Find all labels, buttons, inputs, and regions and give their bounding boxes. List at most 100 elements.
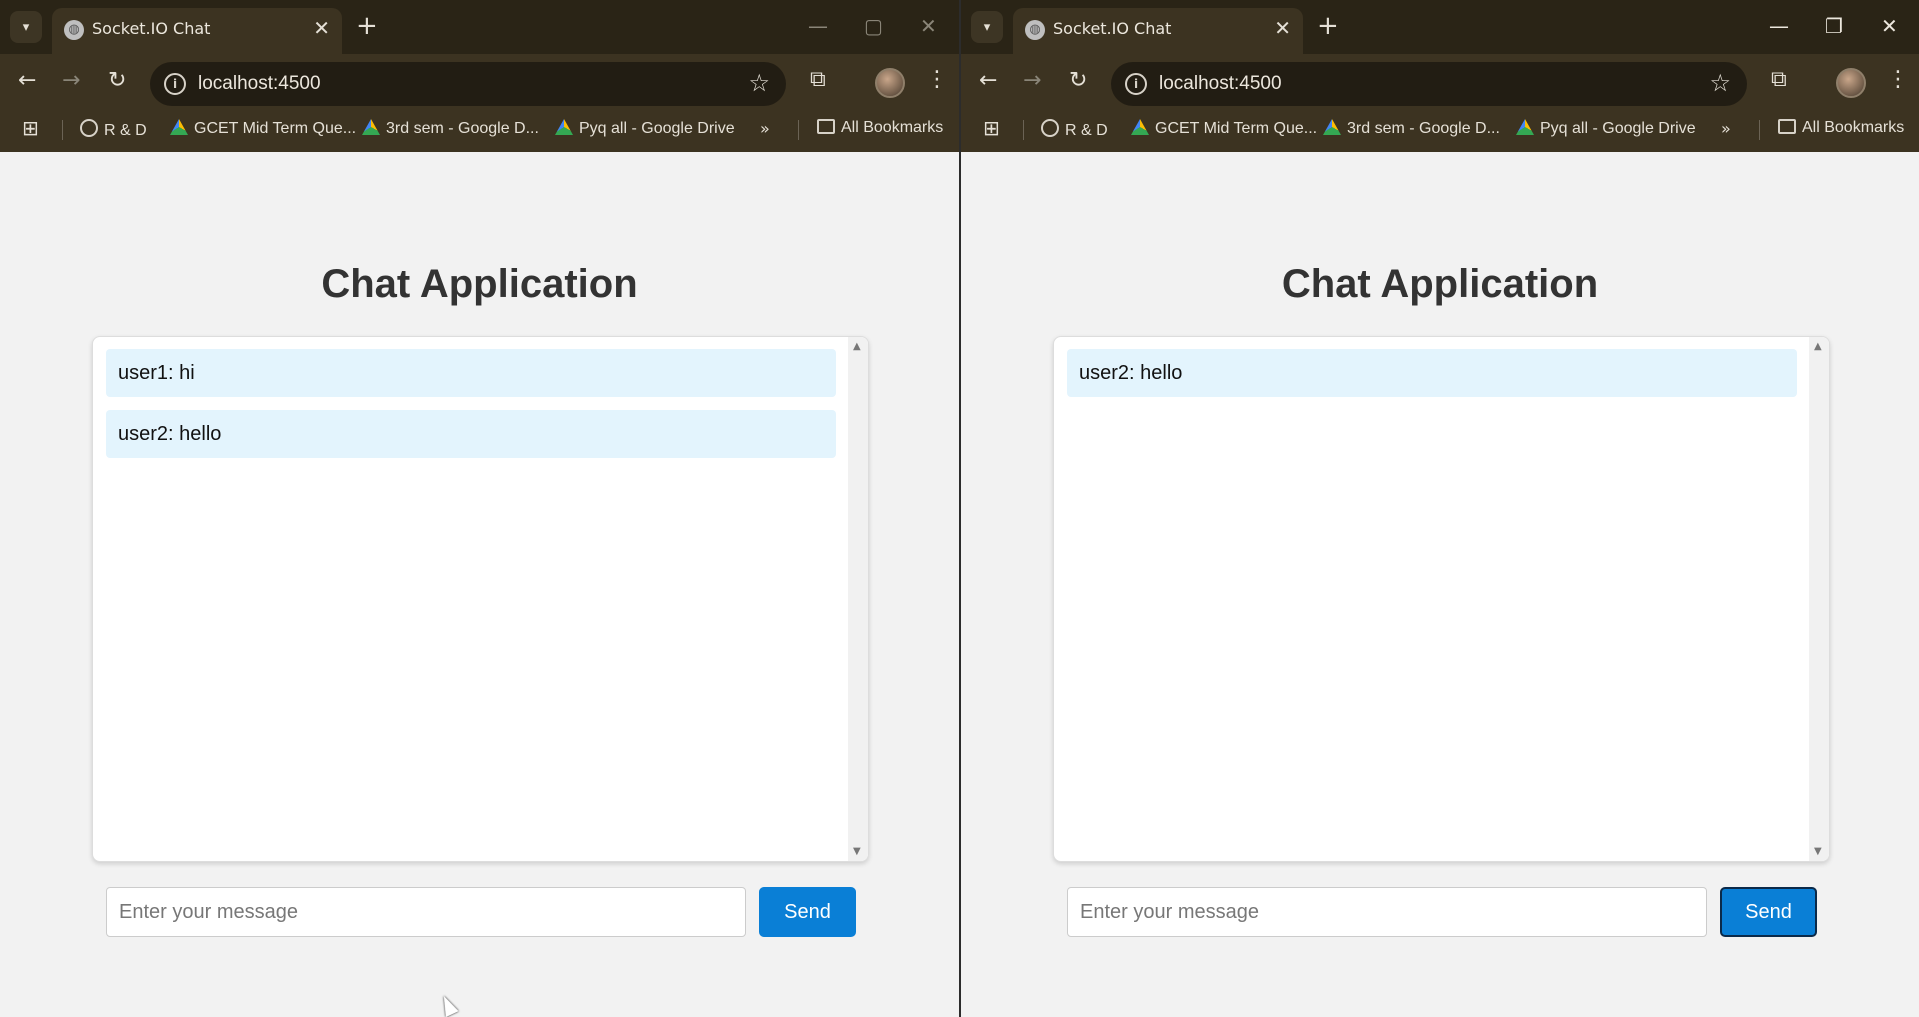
reload-icon[interactable]: ↻ <box>108 67 126 95</box>
bookmark-item[interactable]: GCET Mid Term Que... <box>1131 119 1317 138</box>
google-drive-icon <box>362 119 380 135</box>
bookmarks-overflow-icon[interactable]: » <box>760 119 770 138</box>
messages-scrollbar[interactable]: ▲ ▼ <box>848 337 868 861</box>
profile-avatar[interactable] <box>1836 68 1866 98</box>
scroll-up-icon[interactable]: ▲ <box>853 341 861 352</box>
site-info-icon[interactable]: i <box>1125 73 1147 95</box>
all-bookmarks[interactable]: All Bookmarks <box>817 119 943 137</box>
bookmark-item[interactable]: Pyq all - Google Drive <box>555 119 735 138</box>
address-bar[interactable]: i localhost:4500 ☆ <box>1111 62 1747 106</box>
menu-dots-icon[interactable]: ⋮ <box>926 66 948 94</box>
folder-logo-icon <box>1041 119 1059 137</box>
bookmarks-bar: ⊞ R & D GCET Mid Term Que... 3rd sem - G… <box>0 108 959 152</box>
messages-scrollbar[interactable]: ▲ ▼ <box>1809 337 1829 861</box>
bookmarks-separator <box>1759 120 1760 140</box>
bookmark-item[interactable]: R & D <box>1041 119 1108 140</box>
tab-strip: ▾ ◍ Socket.IO Chat ✕ + — ❐ ✕ <box>961 0 1919 54</box>
browser-window-left: ▾ ◍ Socket.IO Chat ✕ + — ▢ ✕ ← → ↻ i loc… <box>0 0 959 1017</box>
bookmark-label: Pyq all - Google Drive <box>579 120 735 137</box>
tab-search-icon[interactable]: ▾ <box>971 11 1003 43</box>
message-input[interactable] <box>1067 887 1707 937</box>
message-item: user2: hello <box>1067 349 1797 397</box>
site-info-icon[interactable]: i <box>164 73 186 95</box>
tab-strip: ▾ ◍ Socket.IO Chat ✕ + — ▢ ✕ <box>0 0 959 54</box>
address-bar[interactable]: i localhost:4500 ☆ <box>150 62 786 106</box>
globe-icon: ◍ <box>1025 20 1045 40</box>
browser-tab[interactable]: ◍ Socket.IO Chat ✕ <box>52 8 342 54</box>
forward-icon[interactable]: → <box>1023 67 1041 95</box>
folder-logo-icon <box>80 119 98 137</box>
browser-chrome: ▾ ◍ Socket.IO Chat ✕ + — ❐ ✕ ← → ↻ i loc… <box>961 0 1919 152</box>
browser-toolbar: ← → ↻ i localhost:4500 ☆ ⧉ ⋮ <box>961 54 1919 108</box>
bookmark-item[interactable]: GCET Mid Term Que... <box>170 119 356 138</box>
bookmark-star-icon[interactable]: ☆ <box>1709 69 1731 97</box>
google-drive-icon <box>170 119 188 135</box>
bookmarks-separator <box>798 120 799 140</box>
tab-search-icon[interactable]: ▾ <box>10 11 42 43</box>
bookmarks-separator <box>62 120 63 140</box>
bookmark-item[interactable]: R & D <box>80 119 147 140</box>
bookmark-label: 3rd sem - Google D... <box>386 120 539 137</box>
reload-icon[interactable]: ↻ <box>1069 67 1087 95</box>
new-tab-icon[interactable]: + <box>1317 12 1339 40</box>
profile-avatar[interactable] <box>875 68 905 98</box>
bookmark-star-icon[interactable]: ☆ <box>748 69 770 97</box>
bookmark-label: R & D <box>1065 122 1108 139</box>
folder-icon <box>1778 119 1796 134</box>
minimize-icon[interactable]: — <box>1769 12 1789 40</box>
send-button[interactable]: Send <box>1720 887 1817 937</box>
scroll-up-icon[interactable]: ▲ <box>1814 341 1822 352</box>
close-tab-icon[interactable]: ✕ <box>1274 16 1291 40</box>
message-input[interactable] <box>106 887 746 937</box>
bookmarks-overflow-icon[interactable]: » <box>1721 119 1731 138</box>
address-url[interactable]: localhost:4500 <box>198 73 321 95</box>
menu-dots-icon[interactable]: ⋮ <box>1887 66 1909 94</box>
apps-grid-icon[interactable]: ⊞ <box>983 116 1000 140</box>
google-drive-icon <box>1516 119 1534 135</box>
bookmark-item[interactable]: 3rd sem - Google D... <box>1323 119 1500 138</box>
bookmarks-bar: ⊞ R & D GCET Mid Term Que... 3rd sem - G… <box>961 108 1919 152</box>
scroll-down-icon[interactable]: ▼ <box>1814 846 1822 857</box>
google-drive-icon <box>1131 119 1149 135</box>
bookmarks-separator <box>1023 120 1024 140</box>
bookmark-label: 3rd sem - Google D... <box>1347 120 1500 137</box>
page-title: Chat Application <box>321 262 638 306</box>
bookmark-label: Pyq all - Google Drive <box>1540 120 1696 137</box>
all-bookmarks-label: All Bookmarks <box>1802 119 1905 136</box>
page-content: Chat Application user2: hello ▲ ▼ Send <box>961 152 1919 1017</box>
browser-window-right: ▾ ◍ Socket.IO Chat ✕ + — ❐ ✕ ← → ↻ i loc… <box>961 0 1919 1017</box>
address-url[interactable]: localhost:4500 <box>1159 73 1282 95</box>
bookmark-label: GCET Mid Term Que... <box>1155 120 1318 137</box>
browser-tab[interactable]: ◍ Socket.IO Chat ✕ <box>1013 8 1303 54</box>
tab-title: Socket.IO Chat <box>92 19 211 38</box>
tab-title: Socket.IO Chat <box>1053 19 1172 38</box>
extensions-icon[interactable]: ⧉ <box>1771 66 1787 94</box>
send-button[interactable]: Send <box>759 887 856 937</box>
globe-icon: ◍ <box>64 20 84 40</box>
new-tab-icon[interactable]: + <box>356 12 378 40</box>
back-icon[interactable]: ← <box>18 67 36 95</box>
maximize-icon[interactable]: ▢ <box>864 12 883 40</box>
bookmark-item[interactable]: Pyq all - Google Drive <box>1516 119 1696 138</box>
page-content: Chat Application user1: hi user2: hello … <box>0 152 959 1017</box>
restore-icon[interactable]: ❐ <box>1825 12 1843 40</box>
google-drive-icon <box>555 119 573 135</box>
close-tab-icon[interactable]: ✕ <box>313 16 330 40</box>
messages-box[interactable]: user2: hello ▲ ▼ <box>1053 336 1830 862</box>
folder-icon <box>817 119 835 134</box>
scroll-down-icon[interactable]: ▼ <box>853 846 861 857</box>
all-bookmarks-label: All Bookmarks <box>841 119 944 136</box>
all-bookmarks[interactable]: All Bookmarks <box>1778 119 1904 137</box>
apps-grid-icon[interactable]: ⊞ <box>22 116 39 140</box>
back-icon[interactable]: ← <box>979 67 997 95</box>
extensions-icon[interactable]: ⧉ <box>810 66 826 94</box>
bookmark-item[interactable]: 3rd sem - Google D... <box>362 119 539 138</box>
minimize-icon[interactable]: — <box>808 12 828 40</box>
bookmark-label: GCET Mid Term Que... <box>194 120 357 137</box>
forward-icon[interactable]: → <box>62 67 80 95</box>
bookmark-label: R & D <box>104 122 147 139</box>
browser-toolbar: ← → ↻ i localhost:4500 ☆ ⧉ ⋮ <box>0 54 959 108</box>
close-window-icon[interactable]: ✕ <box>920 12 937 40</box>
messages-box[interactable]: user1: hi user2: hello ▲ ▼ <box>92 336 869 862</box>
close-window-icon[interactable]: ✕ <box>1881 12 1898 40</box>
